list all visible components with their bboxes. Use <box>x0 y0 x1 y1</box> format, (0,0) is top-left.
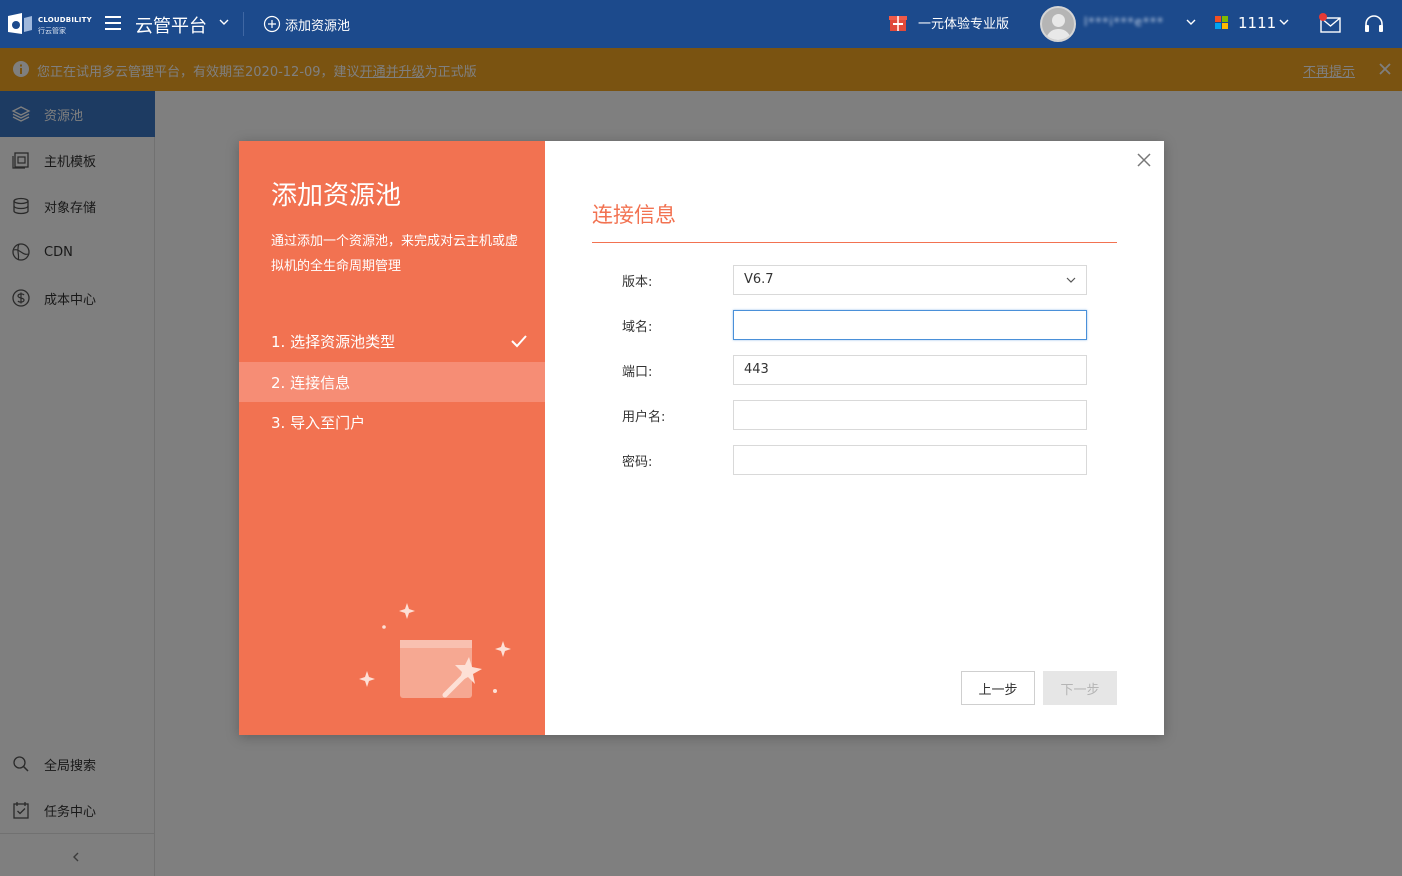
port-input[interactable] <box>744 356 1076 383</box>
username-input[interactable] <box>744 401 1076 428</box>
brand-name-cn: 行云管家 <box>38 27 66 35</box>
domain-input[interactable] <box>744 311 1076 338</box>
plus-circle-icon <box>263 15 281 33</box>
navbar-divider <box>243 12 244 36</box>
checkmark-icon <box>511 335 527 348</box>
trial-promo-link[interactable]: 一元体验专业版 <box>888 12 1009 32</box>
wizard-step-label: 1. 选择资源池类型 <box>271 333 396 351</box>
add-resource-pool-button[interactable]: 添加资源池 <box>263 14 350 34</box>
brand-name: CLOUDBILITY <box>38 16 92 24</box>
form-row-password: 密码: <box>622 445 1087 475</box>
section-title: 连接信息 <box>592 203 676 227</box>
cloud-logo-icon <box>8 13 32 34</box>
username-label: 用户名: <box>622 410 666 425</box>
dialog-title: 添加资源池 <box>271 181 402 211</box>
chevron-down-icon[interactable] <box>1186 17 1196 27</box>
org-name: 1111 <box>1238 14 1277 32</box>
port-label: 端口: <box>622 365 653 380</box>
form-row-port: 端口: <box>622 355 1087 385</box>
wizard-step-label: 3. 导入至门户 <box>271 414 366 432</box>
add-resource-pool-dialog: 添加资源池 通过添加一个资源池，来完成对云主机或虚拟机的全生命周期管理 1. 选… <box>239 141 1164 735</box>
form-row-username: 用户名: <box>622 400 1087 430</box>
form-row-domain: 域名: <box>622 310 1087 340</box>
headset-icon[interactable] <box>1363 13 1385 35</box>
password-label: 密码: <box>622 455 653 470</box>
gift-icon <box>889 16 907 31</box>
wizard-step-connection-info[interactable]: 2. 连接信息 <box>239 362 545 402</box>
version-label: 版本: <box>622 275 653 290</box>
wizard-sidebar: 添加资源池 通过添加一个资源池，来完成对云主机或虚拟机的全生命周期管理 1. 选… <box>239 141 545 735</box>
port-field-box <box>733 355 1087 385</box>
add-resource-pool-label: 添加资源池 <box>285 18 351 34</box>
password-input[interactable] <box>744 446 1076 473</box>
wizard-step-select-type[interactable]: 1. 选择资源池类型 <box>239 321 545 361</box>
top-navbar: CLOUDBILITY 行云管家 云管平台 添加资源池 一元体验专业版 l***… <box>0 0 1402 48</box>
username[interactable]: l***i***e*** <box>1084 15 1164 29</box>
dialog-description: 通过添加一个资源池，来完成对云主机或虚拟机的全生命周期管理 <box>271 234 519 274</box>
password-field-box <box>733 445 1087 475</box>
domain-label: 域名: <box>622 320 653 335</box>
windows-logo-icon <box>1215 16 1229 30</box>
user-avatar[interactable] <box>1040 6 1076 42</box>
menu-toggle-icon[interactable] <box>105 16 121 30</box>
version-selected-value: V6.7 <box>744 272 774 287</box>
username-field-box <box>733 400 1087 430</box>
next-step-button[interactable]: 下一步 <box>1043 671 1117 705</box>
mail-icon[interactable] <box>1318 12 1342 34</box>
domain-field-box <box>733 310 1087 340</box>
magic-wand-folder-illustration <box>359 603 511 698</box>
form-row-version: 版本: V6.7 <box>622 265 1087 295</box>
chevron-down-icon <box>1066 277 1076 283</box>
version-select[interactable]: V6.7 <box>733 265 1087 295</box>
wizard-step-label: 2. 连接信息 <box>271 374 351 392</box>
trial-promo-label: 一元体验专业版 <box>918 16 1010 32</box>
section-divider <box>592 242 1117 243</box>
chevron-down-icon[interactable] <box>219 17 229 27</box>
close-icon[interactable] <box>1136 152 1152 168</box>
app-title[interactable]: 云管平台 <box>135 12 207 38</box>
wizard-step-import-portal[interactable]: 3. 导入至门户 <box>239 402 545 442</box>
app-logo[interactable]: CLOUDBILITY 行云管家 <box>6 10 98 38</box>
chevron-down-icon[interactable] <box>1279 17 1289 27</box>
previous-step-button[interactable]: 上一步 <box>961 671 1035 705</box>
org-switcher[interactable]: 1111 <box>1215 14 1276 32</box>
